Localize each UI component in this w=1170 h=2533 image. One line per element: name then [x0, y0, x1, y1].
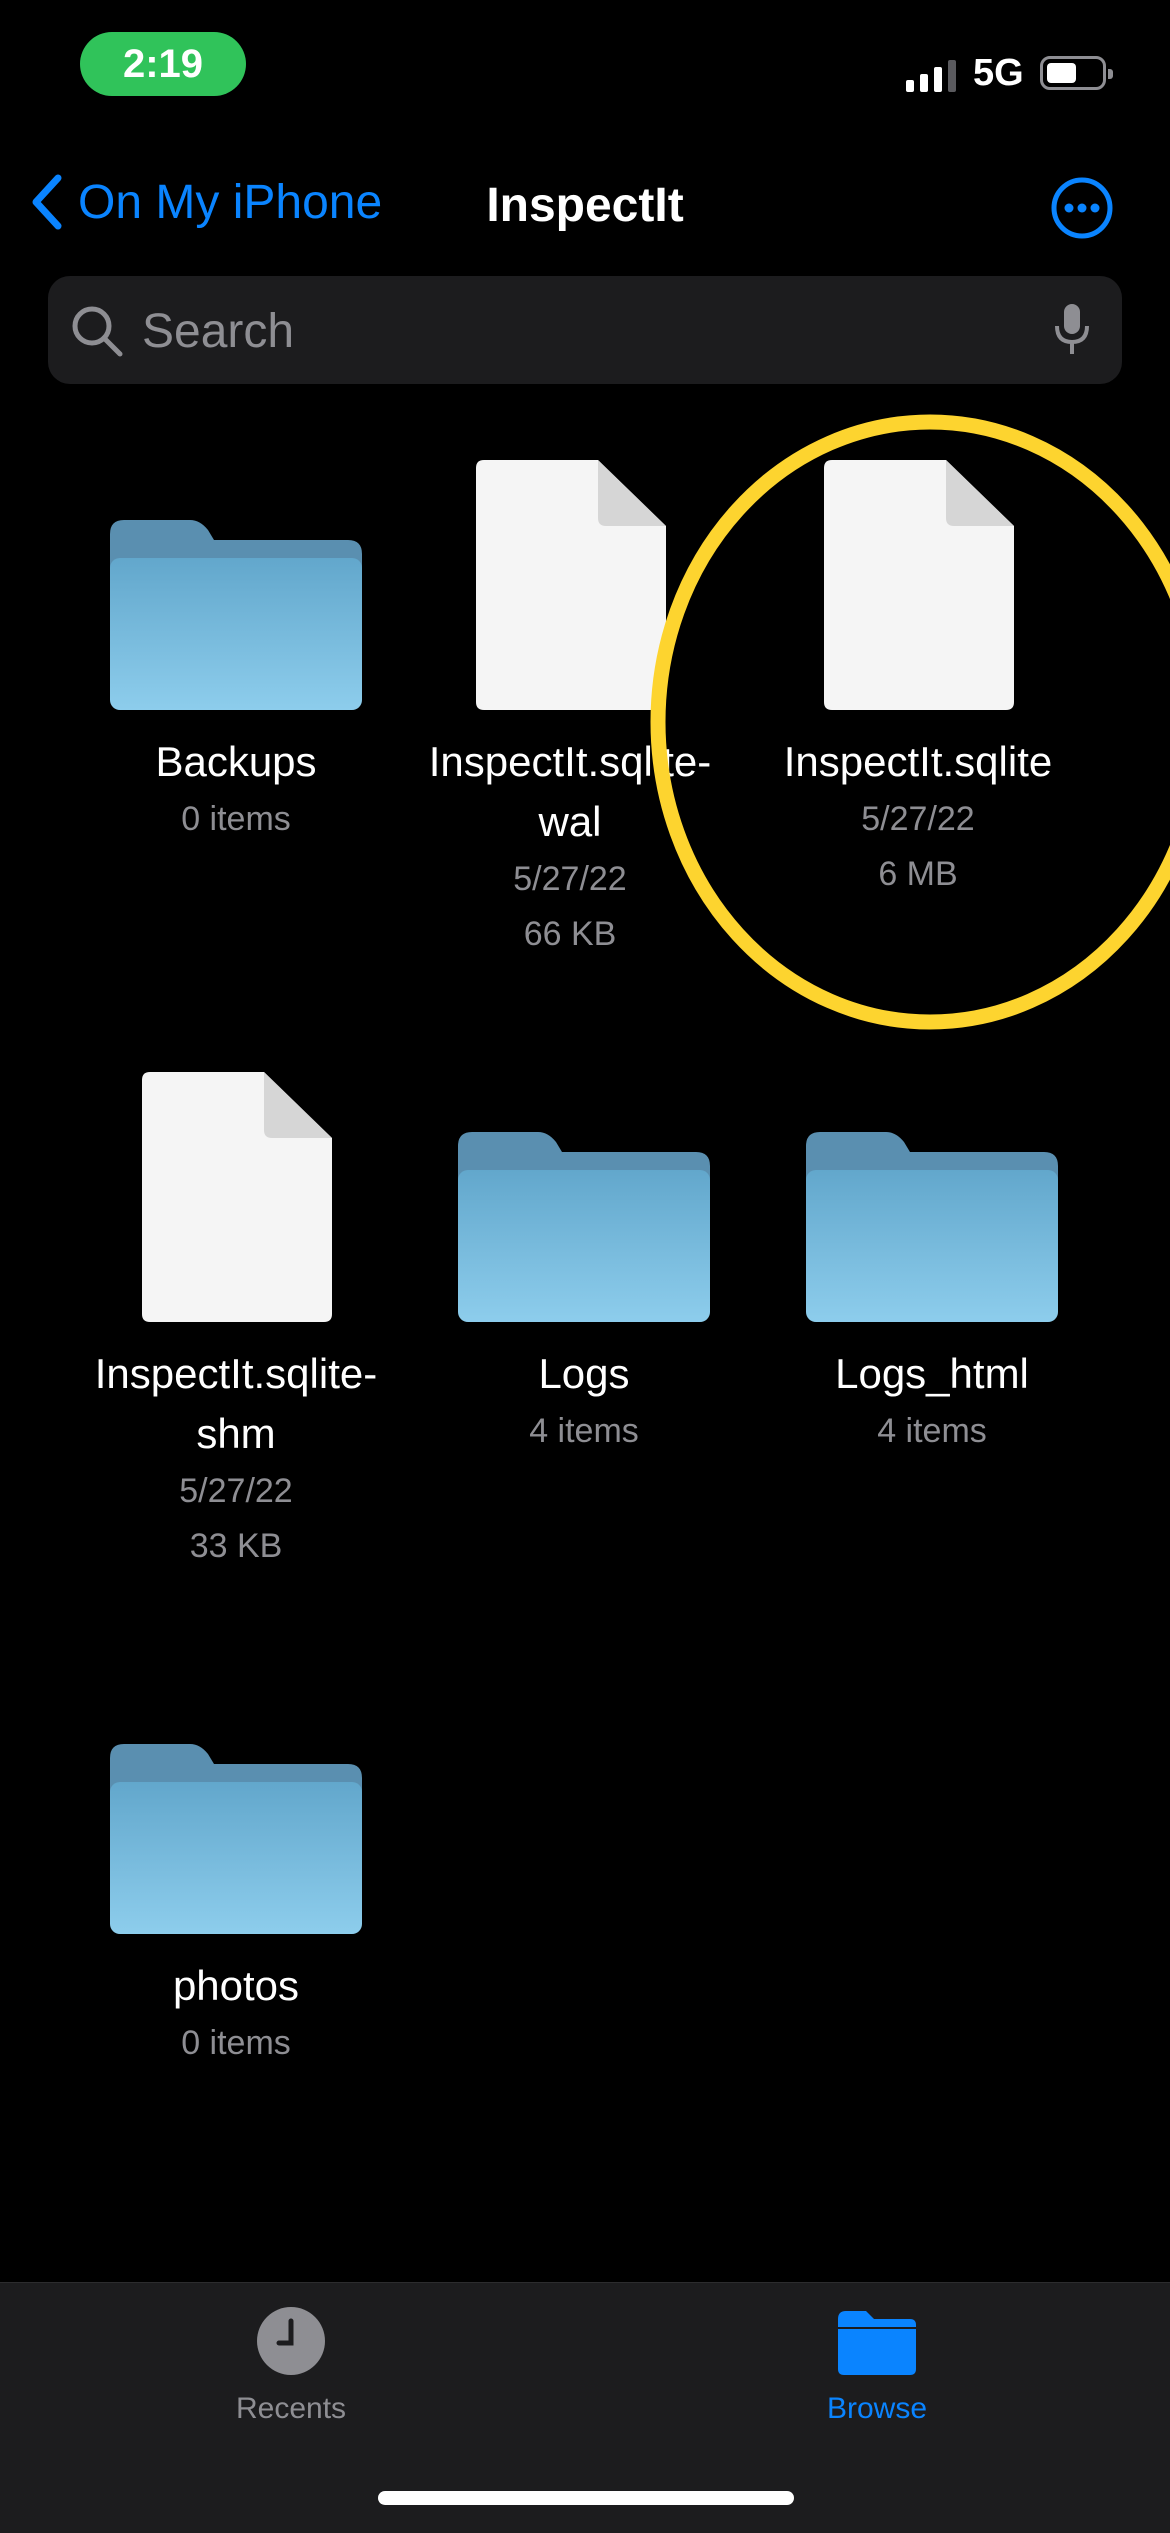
item-meta: 0 items [181, 800, 291, 838]
home-indicator [378, 2491, 794, 2505]
document-icon [476, 460, 666, 710]
document-icon [824, 460, 1014, 710]
navigation-bar: On My iPhone InspectIt [0, 160, 1170, 250]
item-thumbnail [76, 1684, 396, 1934]
item-thumbnail [76, 1072, 396, 1322]
folder-item[interactable]: Logs_html 4 items [772, 1072, 1092, 1459]
page-title: InspectIt [486, 179, 684, 232]
item-size: 66 KB [523, 915, 617, 953]
document-icon [142, 1072, 332, 1322]
file-item[interactable]: InspectIt.sqlite-shm 5/27/22 33 KB [76, 1072, 396, 1574]
item-thumbnail [758, 460, 1078, 710]
clock-icon [257, 2307, 325, 2375]
folder-item[interactable]: Backups 0 items [76, 460, 396, 847]
item-size: 6 MB [878, 855, 958, 893]
item-name: InspectIt.sqlite-shm [94, 1350, 378, 1457]
tab-browse[interactable]: Browse [757, 2305, 997, 2426]
folder-icon [458, 1132, 710, 1322]
cellular-signal-icon [906, 60, 956, 92]
network-type: 5G [973, 52, 1024, 94]
microphone-icon[interactable] [1052, 302, 1092, 358]
folder-item[interactable]: photos 0 items [76, 1684, 396, 2071]
tab-recents-label: Recents [235, 2392, 347, 2425]
item-thumbnail [76, 460, 396, 710]
status-bar: 2:19 5G [0, 0, 1170, 130]
item-thumbnail [410, 460, 730, 710]
item-meta: 4 items [529, 1412, 639, 1450]
item-meta: 5/27/22 [513, 860, 627, 898]
item-thumbnail [772, 1072, 1092, 1322]
item-meta: 5/27/22 [179, 1472, 293, 1510]
more-options-icon[interactable] [1050, 176, 1114, 240]
status-time: 2:19 [80, 32, 246, 96]
battery-icon [1040, 56, 1113, 90]
item-name: photos [172, 1962, 300, 2009]
item-name: InspectIt.sqlite-wal [428, 738, 712, 845]
item-size: 33 KB [189, 1527, 283, 1565]
item-meta: 0 items [181, 2024, 291, 2062]
item-meta: 5/27/22 [861, 800, 975, 838]
search-icon [72, 306, 123, 357]
folder-icon [110, 1744, 362, 1934]
item-name: Logs_html [835, 1350, 1029, 1397]
tab-recents[interactable]: Recents [171, 2305, 411, 2426]
search-input[interactable] [140, 276, 1044, 386]
tab-bar: Recents Browse [0, 2282, 1170, 2533]
folder-icon [110, 520, 362, 710]
item-thumbnail [424, 1072, 744, 1322]
item-name: Logs [538, 1350, 630, 1397]
file-item[interactable]: InspectIt.sqlite 5/27/22 6 MB [758, 460, 1078, 902]
search-bar[interactable] [48, 276, 1122, 386]
folder-icon [838, 2311, 916, 2375]
folder-item[interactable]: Logs 4 items [424, 1072, 744, 1459]
file-item[interactable]: InspectIt.sqlite-wal 5/27/22 66 KB [410, 460, 730, 962]
item-name: InspectIt.sqlite [783, 738, 1053, 785]
item-meta: 4 items [877, 1412, 987, 1450]
tab-browse-label: Browse [826, 2392, 928, 2425]
folder-icon [806, 1132, 1058, 1322]
item-name: Backups [155, 738, 317, 785]
